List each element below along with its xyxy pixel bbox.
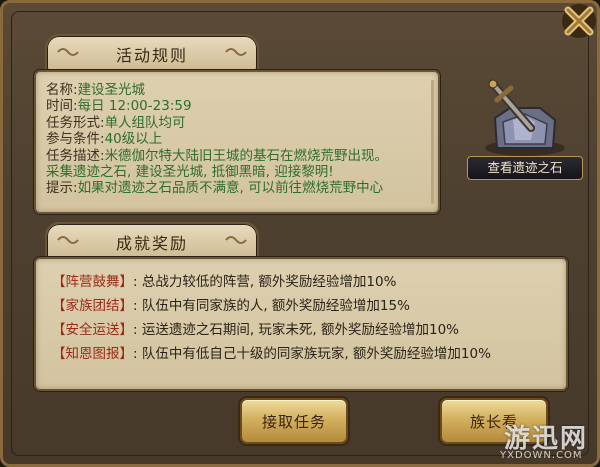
accept-task-label: 接取任务	[261, 413, 326, 431]
rule-line: 参与条件:40级以上	[46, 131, 430, 147]
rules-scrollbar[interactable]	[431, 80, 434, 204]
reward-row: 【家族团结】: 队伍中有同家族的人, 额外奖励经验增加15%	[52, 298, 410, 314]
reward-row: 【安全运送】: 运送遗迹之石期间, 玩家未死, 额外奖励经验增加10%	[52, 322, 460, 338]
reward-desc: 运送遗迹之石期间, 玩家未死, 额外奖励经验增加10%	[141, 322, 460, 338]
rule-line: 名称:建设圣光城	[46, 82, 430, 98]
tab-ornament-right-icon	[225, 48, 247, 56]
reward-name: 知恩图报	[65, 346, 120, 362]
watermark-small-text: YXDOWN.COM	[500, 450, 583, 461]
accept-task-button[interactable]: 接取任务	[240, 398, 348, 444]
tab-ornament-right-icon	[225, 236, 247, 244]
reward-row: 【阵营鼓舞】: 总战力较低的阵营, 额外奖励经验增加10%	[52, 274, 397, 290]
rule-line: 采集遗迹之石, 建设圣光城, 抵御黑暗, 迎接黎明!	[46, 164, 430, 180]
rewards-panel: 【阵营鼓舞】: 总战力较低的阵营, 额外奖励经验增加10% 【家族团结】: 队伍…	[34, 257, 568, 391]
view-relic-stone-button[interactable]: 查看遗迹之石	[465, 78, 585, 188]
rule-line: 时间:每日 12:00-23:59	[46, 98, 430, 114]
rule-value: 每日 12:00-23:59	[77, 98, 192, 115]
rule-value: 米德伽尔特大陆旧王城的基石在燃烧荒野出现。	[104, 147, 389, 164]
rewards-tab: 成就奖励	[45, 222, 259, 260]
reward-desc: 总战力较低的阵营, 额外奖励经验增加10%	[141, 274, 397, 290]
reward-desc: 队伍中有同家族的人, 额外奖励经验增加15%	[141, 298, 410, 314]
rules-panel[interactable]: 名称:建设圣光城 时间:每日 12:00-23:59 任务形式:单人组队均可 参…	[34, 70, 440, 214]
rule-line: 任务描述:米德伽尔特大陆旧王城的基石在燃烧荒野出现。	[46, 148, 430, 164]
reward-name: 阵营鼓舞	[65, 274, 120, 290]
rule-key: 时间:	[46, 98, 78, 115]
rule-line: 任务形式:单人组队均可	[46, 115, 430, 131]
reward-name: 家族团结	[65, 298, 120, 314]
site-watermark: 游迅网 YXDOWN.COM	[478, 418, 596, 464]
rule-key: 参与条件:	[46, 131, 105, 148]
rule-key: 名称:	[46, 82, 78, 98]
reward-name: 安全运送	[65, 322, 120, 338]
rule-value: 如果对遗迹之石品质不满意, 可以前往燃烧荒野中心	[77, 180, 384, 197]
rules-tab: 活动规则	[45, 34, 259, 72]
rule-key: 提示:	[46, 180, 78, 197]
rule-key: 任务形式:	[46, 114, 105, 131]
relic-stone-chest-icon	[485, 79, 565, 156]
reward-desc: 队伍中有低自己十级的同家族玩家, 额外奖励经验增加10%	[141, 346, 491, 362]
rule-line: 提示:如果对遗迹之石品质不满意, 可以前往燃烧荒野中心	[46, 180, 430, 196]
rule-value: 采集遗迹之石, 建设圣光城, 抵御黑暗, 迎接黎明!	[46, 164, 334, 181]
rules-text: 名称:建设圣光城 时间:每日 12:00-23:59 任务形式:单人组队均可 参…	[46, 82, 430, 206]
view-relic-stone-label: 查看遗迹之石	[467, 156, 583, 180]
reward-row: 【知恩图报】: 队伍中有低自己十级的同家族玩家, 额外奖励经验增加10%	[52, 346, 491, 362]
rule-value: 40级以上	[104, 131, 163, 148]
rule-value: 建设圣光城	[77, 82, 146, 98]
rule-value: 单人组队均可	[104, 114, 186, 131]
close-icon[interactable]	[560, 2, 598, 40]
rule-key: 任务描述:	[46, 147, 105, 164]
